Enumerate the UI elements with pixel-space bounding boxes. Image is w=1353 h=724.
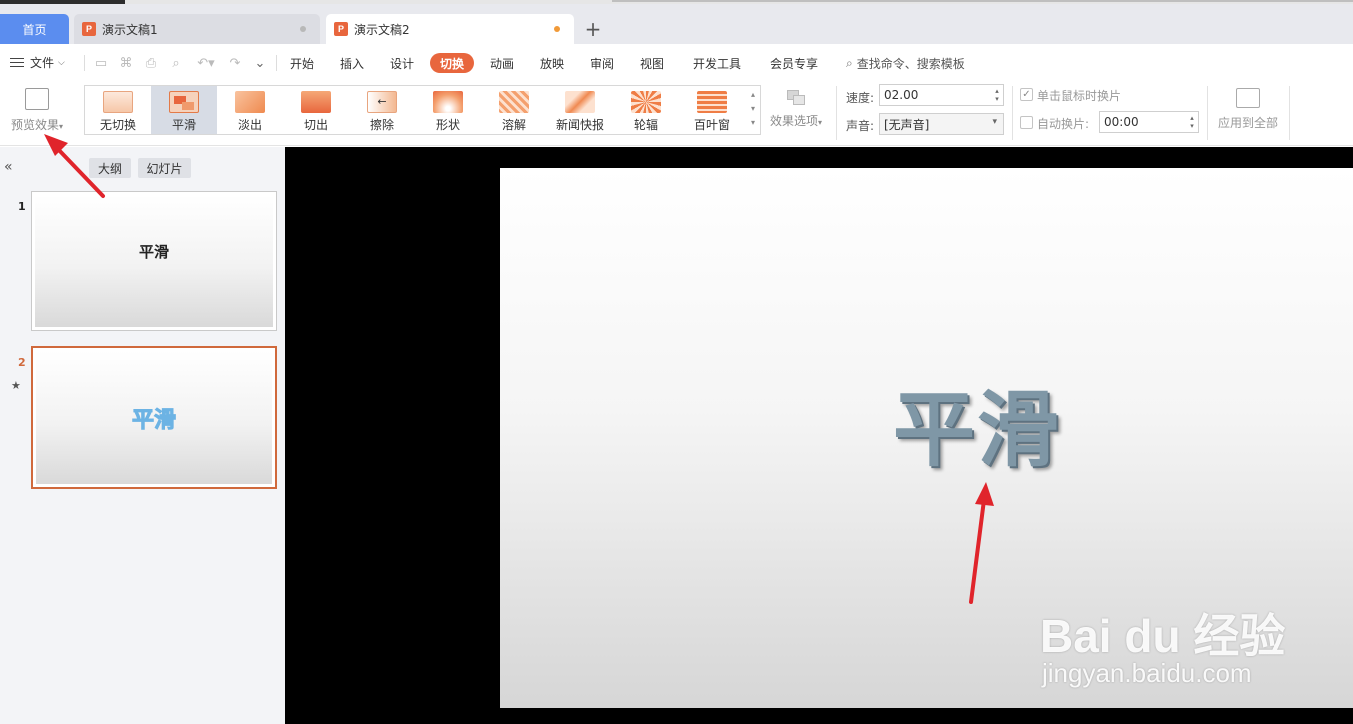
annotation-arrows — [44, 134, 994, 604]
annotation-arrow-preview — [44, 134, 105, 198]
annotation-arrow-slide — [969, 482, 994, 604]
